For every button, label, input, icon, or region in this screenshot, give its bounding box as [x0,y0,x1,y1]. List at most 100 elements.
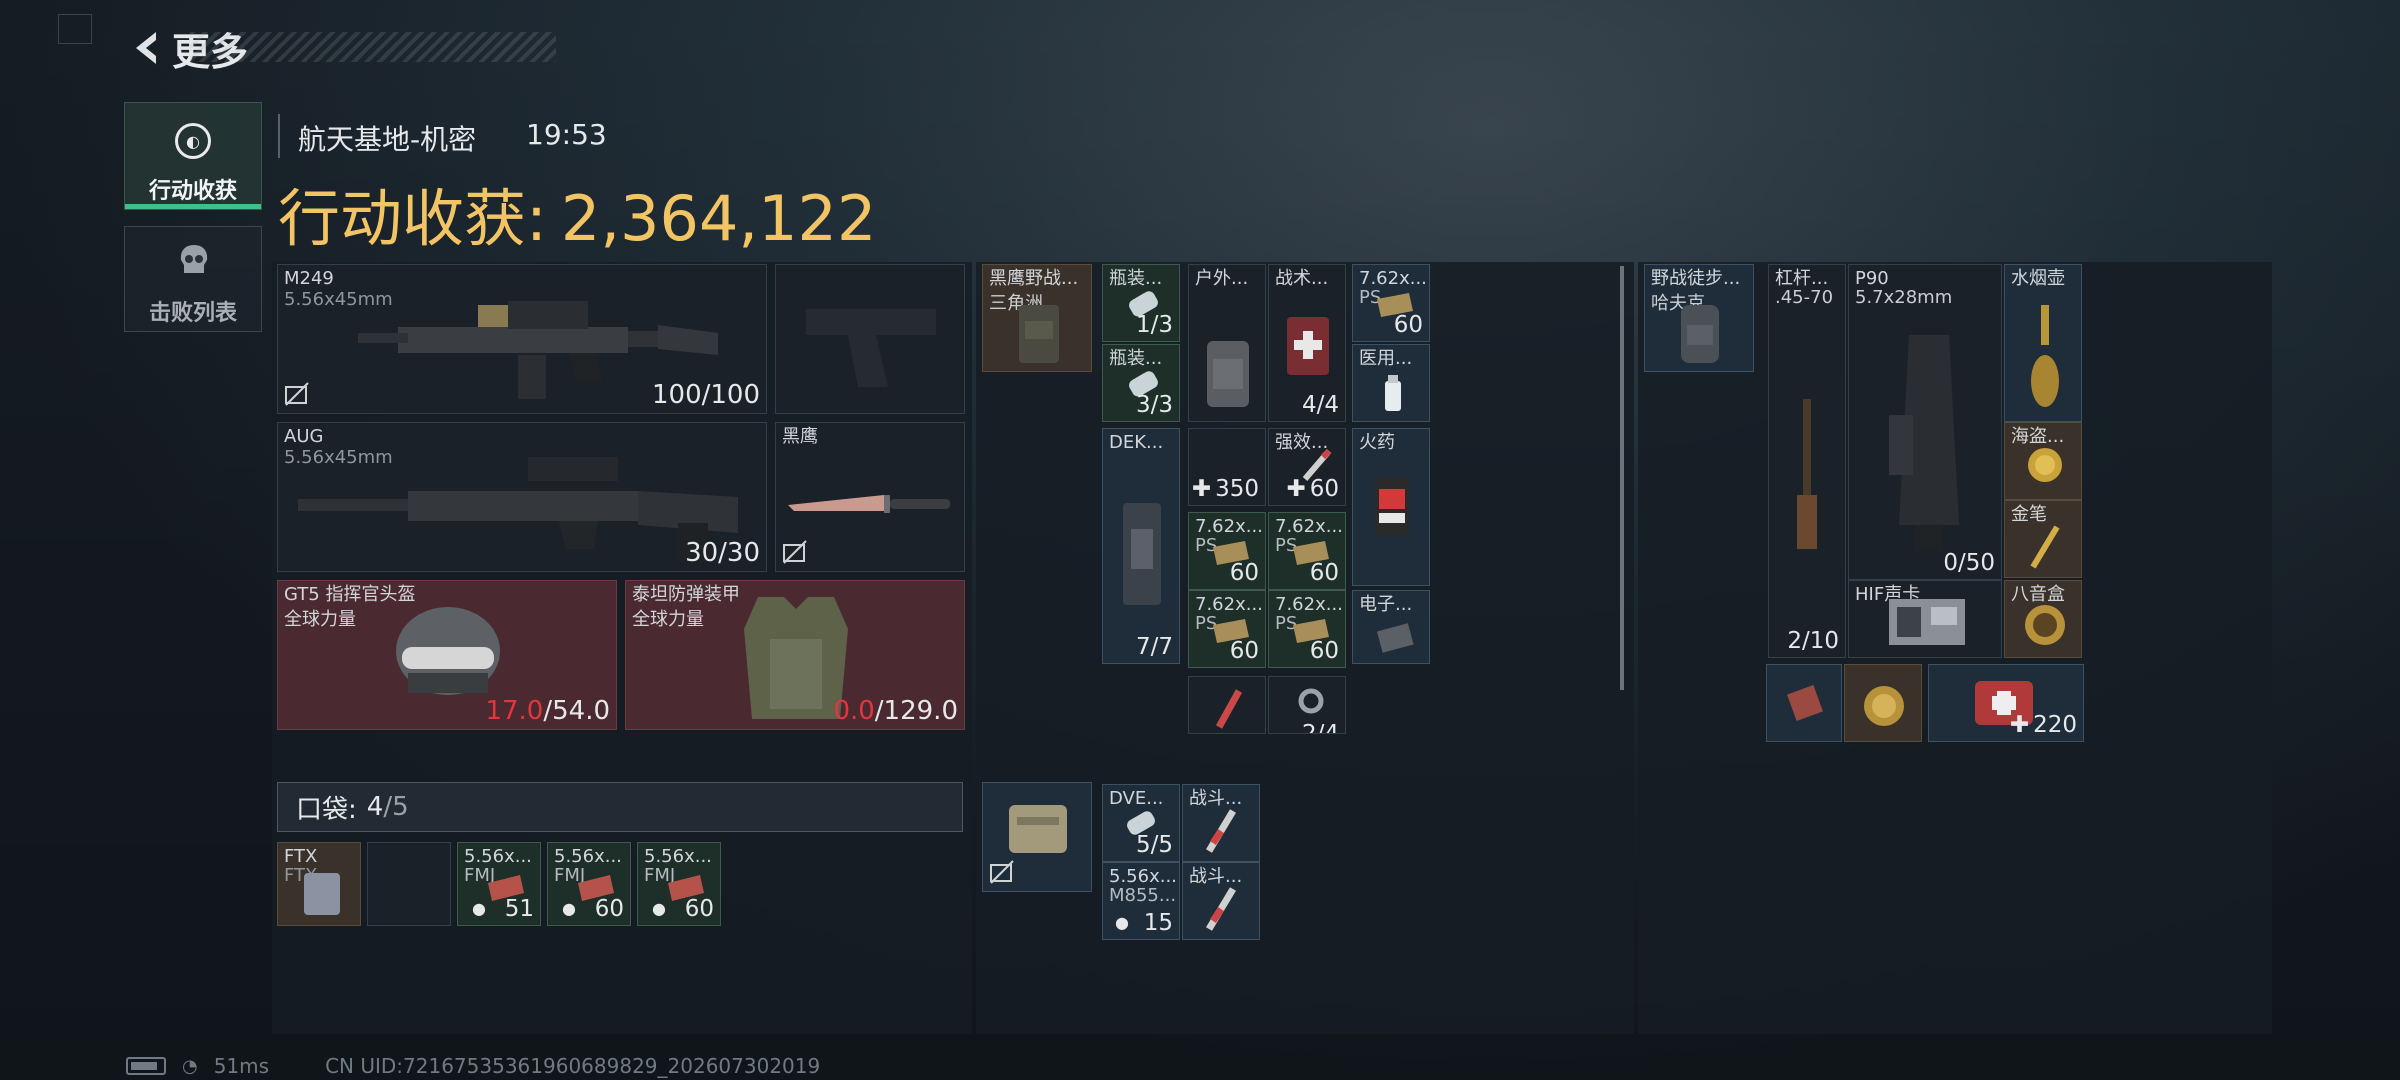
tool-icon [1298,688,1324,714]
pocket-item-empty[interactable] [367,842,451,926]
rig-item-ammo1[interactable]: 7.62x... PS 60 [1188,512,1266,590]
vest-durability-max: /129.0 [874,696,958,726]
coin-icon [1864,686,1904,726]
skull-icon [180,245,208,273]
rig-item-ammo2[interactable]: 7.62x... PS 60 [1268,512,1346,590]
weapon-slot-knife[interactable]: 黑鹰 [775,422,965,572]
vest-brand: 全球力量 [632,609,704,630]
earnings-value: 2,364,122 [560,182,877,255]
pouch-item-m855[interactable]: 5.56x... M855... ● 15 [1102,862,1180,940]
backpack-small-icon [1207,341,1249,407]
weapon-slot-primary1[interactable]: M249 5.56x45mm 100/100 [277,264,767,414]
backpack-item-bagua[interactable]: 八音盒 [2004,580,2082,658]
item-count: ● 15 [1115,910,1173,936]
rig-item-tactical[interactable]: 战术... 4/4 [1268,264,1346,422]
plus-icon: ✚ [2009,712,2030,738]
backpack-item-p90[interactable]: P90 5.7x28mm 0/50 [1848,264,2002,580]
backpack-item-hif[interactable]: HIF声卡 [1848,580,2002,658]
vest-name: 泰坦防弹装甲 [632,584,740,605]
rig-item-bottle2[interactable]: 瓶装... 3/3 [1102,344,1180,422]
item-count: 2/10 [1787,628,1839,654]
no-insure-icon [783,540,807,564]
pocket-item[interactable]: FTX FTX [277,842,361,926]
tab-active-indicator [125,204,261,209]
tab-action-earnings[interactable]: ◐ 行动收获 [124,102,262,210]
rig-item-ammo4[interactable]: 7.62x... PS 60 [1268,590,1346,668]
earnings-tab-icon: ◐ [175,123,211,159]
backpack-icon [1681,305,1719,363]
item-name: 5.56x... [1109,866,1177,887]
weapon-slot-primary2[interactable]: AUG 5.56x45mm 30/30 [277,422,767,572]
lever-rifle-icon [1797,399,1817,549]
rig-name: 黑鹰野战... [989,268,1079,289]
aug-icon [298,457,738,563]
rig-item-strong[interactable]: 强效... ✚ 60 [1268,428,1346,506]
helmet-slot[interactable]: GT5 指挥官头盔 全球力量 17.0/54.0 [277,580,617,730]
rig-scrollbar[interactable] [1620,266,1624,690]
rig-item-partial[interactable]: 2/4 [1268,676,1346,734]
item-name: 7.62x... [1275,594,1343,615]
weapon-slot-pistol[interactable] [775,264,965,414]
weapon-durability: 30/30 [685,538,760,568]
item-count: 4/4 [1301,392,1339,418]
item-name: 5.56x... [644,846,712,867]
flare-icon [1215,689,1243,729]
backpack-item-goldpen[interactable]: 金笔 [2004,500,2082,578]
vest-slot[interactable]: 泰坦防弹装甲 全球力量 0.0/129.0 [625,580,965,730]
item-count: ✚ 220 [2009,712,2077,738]
rig-item-heal[interactable]: ✚ 350 [1188,428,1266,506]
pocket-item[interactable]: 5.56x... FMJ ● 51 [457,842,541,926]
backpack-item-hookah[interactable]: 水烟壶 [2004,264,2082,422]
ping-value: 51ms [213,1054,270,1078]
item-name: 7.62x... [1195,594,1263,615]
knife-name: 黑鹰 [782,426,818,447]
vest-durability: 0.0/129.0 [833,696,958,726]
back-arrow-icon [136,32,156,64]
pocket-item[interactable]: 5.56x... FMJ ● 60 [547,842,631,926]
item-count: 0/50 [1943,550,1995,576]
item-name: 医用... [1359,348,1413,369]
item-count: 2/4 [1301,721,1339,734]
backpack-item-lever[interactable]: 杠杆... .45-70 2/10 [1768,264,1846,658]
rig-item-ammo3[interactable]: 7.62x... PS 60 [1188,590,1266,668]
item-name: 7.62x... [1195,516,1263,537]
dot-icon: ● [562,899,576,918]
rig-item-dek[interactable]: DEK... 7/7 [1102,428,1180,664]
rig-item-outdoor[interactable]: 户外... [1188,264,1266,422]
item-name: 5.56x... [464,846,532,867]
helmet-durability-current: 17.0 [485,696,544,726]
vest-durability-current: 0.0 [833,696,875,726]
backpack-slot[interactable]: 野战徒步... 哈夫克 [1644,264,1754,372]
item-name: 户外... [1195,268,1249,289]
plus-icon: ✚ [1191,476,1212,502]
tab-defeat-list[interactable]: 击败列表 [124,226,262,332]
item-count: ✚ 60 [1286,476,1339,502]
item-name: P90 [1855,268,1889,289]
rig-item-electronic[interactable]: 电子... [1352,590,1430,664]
pouch-item-dve[interactable]: DVE... 5/5 [1102,784,1180,862]
match-info-divider [278,114,280,158]
backpack-item-pirate[interactable]: 海盗... [2004,422,2082,500]
rig-item-gunpowder[interactable]: 火药 [1352,428,1430,586]
pocket-capacity: /5 [383,792,409,822]
earnings-label: 行动收获: [278,182,547,255]
chest-rig-slot[interactable]: 黑鹰野战... 三角洲 [982,264,1092,372]
rig-item-flare[interactable] [1188,676,1266,734]
pouch-item-knife2[interactable]: 战斗... [1182,862,1260,940]
item-count: 60 [1393,312,1423,338]
backpack-item-medkit[interactable]: ✚ 220 [1928,664,2084,742]
rig-item-ammo-a[interactable]: 7.62x... PS 60 [1352,264,1430,342]
secure-case-slot[interactable] [982,782,1092,892]
dot-icon: ● [472,899,486,918]
rig-item-medical[interactable]: 医用... [1352,344,1430,422]
item-name: 战术... [1275,268,1329,289]
backpack-item-coin2[interactable] [1844,664,1922,742]
pocket-item[interactable]: 5.56x... FMJ ● 60 [637,842,721,926]
tab-label: 行动收获 [148,179,237,204]
dot-icon: ● [1115,913,1129,932]
match-time: 19:53 [526,118,607,151]
backpack-item-pouch[interactable] [1766,664,1842,742]
pouch-item-knife1[interactable]: 战斗... [1182,784,1260,862]
item-count: ✚ 350 [1191,476,1259,502]
rig-item-bottle1[interactable]: 瓶装... 1/3 [1102,264,1180,342]
